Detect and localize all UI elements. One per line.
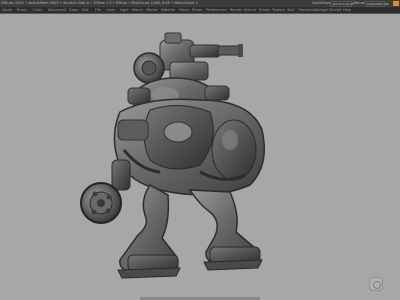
left-arm (80, 159, 131, 224)
robot-model[interactable] (80, 32, 265, 279)
right-leg (188, 189, 263, 271)
quicksave-button[interactable]: QuickSave (312, 0, 331, 7)
left-leg (117, 184, 181, 279)
close-window-button[interactable] (393, 1, 399, 6)
script-label: DefaultZScript (367, 2, 389, 6)
cannon-turret (133, 32, 243, 84)
title-text: ZBrush 2021 • ActiveMem 4505 • Scratch D… (1, 1, 198, 5)
title-bar: ZBrush 2021 • ActiveMem 4505 • Scratch D… (0, 0, 400, 7)
window-controls (393, 1, 399, 6)
torso (113, 98, 265, 196)
navigation-gizmo-button[interactable] (369, 277, 383, 291)
rotate-icon (373, 281, 381, 289)
menus-button[interactable]: Menus (353, 0, 365, 7)
see-through-label: See-through 0 (332, 2, 354, 6)
canvas-viewport[interactable] (0, 14, 400, 300)
